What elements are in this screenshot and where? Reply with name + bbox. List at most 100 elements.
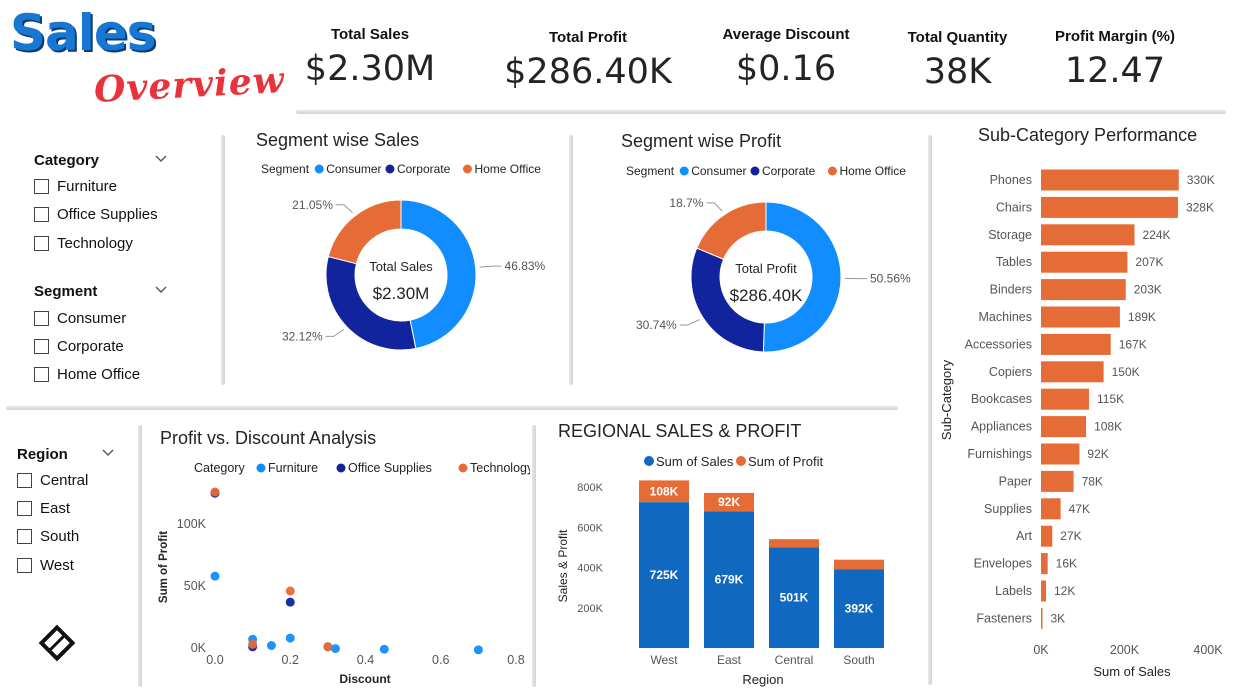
bar-tables[interactable] <box>1041 251 1128 273</box>
data-label: 46.83% <box>505 259 546 273</box>
bar-binders[interactable] <box>1041 279 1126 301</box>
donut-slice-consumer[interactable] <box>400 199 477 350</box>
bar-machines[interactable] <box>1041 306 1120 328</box>
x-axis-title: Sum of Sales <box>1093 664 1171 679</box>
kpi-average-discount: Average Discount $0.16 <box>706 26 866 89</box>
scatter-point-furniture[interactable] <box>210 571 220 581</box>
checkbox[interactable] <box>17 473 32 488</box>
bar-category-label: Copiers <box>989 365 1032 379</box>
bar-category-label: Supplies <box>984 502 1032 516</box>
bar-data-label: 78K <box>1082 474 1103 488</box>
scatter-point-technology[interactable] <box>248 639 258 649</box>
segment-sales-donut-chart[interactable]: Segment Consumer Corporate Home Office 46.83… <box>240 155 560 380</box>
scatter-point-technology[interactable] <box>323 642 333 652</box>
scatter-point-furniture[interactable] <box>285 633 295 643</box>
legend-marker <box>314 164 324 174</box>
option-label: Technology <box>57 235 133 252</box>
region-slicer-title: Region <box>17 446 68 463</box>
segment-option-corporate[interactable]: Corporate <box>34 338 124 355</box>
scatter-point-furniture[interactable] <box>379 644 389 654</box>
bar-furnishings[interactable] <box>1041 443 1080 465</box>
segment-slicer-title: Segment <box>34 283 98 300</box>
x-tick-label: 0.6 <box>432 653 449 667</box>
kpi-value: 12.47 <box>1064 51 1166 91</box>
checkbox[interactable] <box>17 501 32 516</box>
bar-copiers[interactable] <box>1041 361 1104 383</box>
scatter-point-furniture[interactable] <box>266 641 276 651</box>
bar-envelopes[interactable] <box>1041 553 1048 575</box>
subcategory-bar-chart[interactable]: Phones 330K Chairs 328K Storage 224K Tables 207… <box>936 150 1236 690</box>
option-label: East <box>40 500 71 517</box>
category-option-technology[interactable]: Technology <box>34 235 133 252</box>
bar-profit-central[interactable] <box>769 539 819 548</box>
option-label: West <box>40 557 74 574</box>
region-option-west[interactable]: West <box>17 557 74 574</box>
bar-category-label: Phones <box>990 173 1032 187</box>
segment-option-consumer[interactable]: Consumer <box>34 310 126 327</box>
y-tick-label: 600K <box>577 522 603 534</box>
donut-slice-home-office[interactable] <box>696 201 767 260</box>
checkbox[interactable] <box>34 367 49 382</box>
checkbox[interactable] <box>17 558 32 573</box>
chevron-down-icon[interactable] <box>102 448 114 458</box>
kpi-total-sales: Total Sales $2.30M <box>300 26 440 89</box>
kpi-label: Profit Margin (%) <box>1055 28 1175 45</box>
bar-data-label: 115K <box>1097 392 1124 406</box>
x-tick-label: 0.2 <box>282 653 299 667</box>
divider-vertical <box>532 425 536 687</box>
middle-divider <box>6 406 898 410</box>
option-label: Furniture <box>57 178 118 195</box>
bar-category-label: Furnishings <box>967 447 1032 461</box>
region-option-central[interactable]: Central <box>17 472 88 489</box>
donut-slice-home-office[interactable] <box>327 199 402 265</box>
bar-bookcases[interactable] <box>1041 388 1090 410</box>
segment-option-home-office[interactable]: Home Office <box>34 366 140 383</box>
bar-profit-south[interactable] <box>834 559 884 570</box>
checkbox[interactable] <box>34 179 49 194</box>
checkbox[interactable] <box>17 529 32 544</box>
bar-storage[interactable] <box>1041 224 1135 246</box>
bar-supplies[interactable] <box>1041 498 1061 520</box>
segment-profit-donut-chart[interactable]: Segment Consumer Corporate Home Office 50.56… <box>605 157 925 382</box>
divider-vertical <box>569 135 573 385</box>
leader-line <box>706 202 723 212</box>
data-label: 21.05% <box>292 198 333 212</box>
x-tick-label: South <box>843 653 874 667</box>
x-tick-label: Central <box>775 653 814 667</box>
y-tick-label: 400K <box>577 563 603 575</box>
scatter-point-technology[interactable] <box>285 586 295 596</box>
diamond-logo-icon <box>38 624 76 662</box>
scatter-point-furniture[interactable] <box>473 645 483 655</box>
bar-appliances[interactable] <box>1041 416 1087 438</box>
bar-data-label: 16K <box>1056 557 1077 571</box>
region-option-east[interactable]: East <box>17 500 70 517</box>
bar-art[interactable] <box>1041 525 1053 547</box>
checkbox[interactable] <box>34 311 49 326</box>
legend-marker <box>458 463 468 473</box>
bar-chairs[interactable] <box>1041 196 1178 218</box>
region-option-south[interactable]: South <box>17 528 79 545</box>
bar-category-label: Art <box>1016 529 1033 543</box>
bar-accessories[interactable] <box>1041 333 1111 355</box>
x-tick-label: 0K <box>1033 643 1049 657</box>
category-option-office-supplies[interactable]: Office Supplies <box>34 206 158 223</box>
kpi-value: $0.16 <box>735 49 837 89</box>
chevron-down-icon[interactable] <box>155 154 167 164</box>
bar-phones[interactable] <box>1041 169 1179 191</box>
checkbox[interactable] <box>34 236 49 251</box>
chevron-down-icon[interactable] <box>155 285 167 295</box>
donut-slice-consumer[interactable] <box>762 201 842 353</box>
profit-discount-scatter-chart[interactable]: Category Furniture Office Supplies Technolo… <box>150 455 530 695</box>
legend-item: Consumer <box>326 162 381 176</box>
bar-paper[interactable] <box>1041 470 1074 492</box>
scatter-point-office-supplies[interactable] <box>285 597 295 607</box>
bar-fasteners[interactable] <box>1041 607 1043 629</box>
donut-center-value: $2.30M <box>373 284 430 303</box>
regional-stacked-bar-chart[interactable]: Sum of Sales Sum of Profit 200K 400K 600K 800… <box>548 448 908 694</box>
checkbox[interactable] <box>34 339 49 354</box>
bar-labels[interactable] <box>1041 580 1047 602</box>
checkbox[interactable] <box>34 207 49 222</box>
scatter-point-furniture[interactable] <box>330 644 340 654</box>
category-option-furniture[interactable]: Furniture <box>34 178 117 195</box>
scatter-point-technology[interactable] <box>210 487 220 497</box>
